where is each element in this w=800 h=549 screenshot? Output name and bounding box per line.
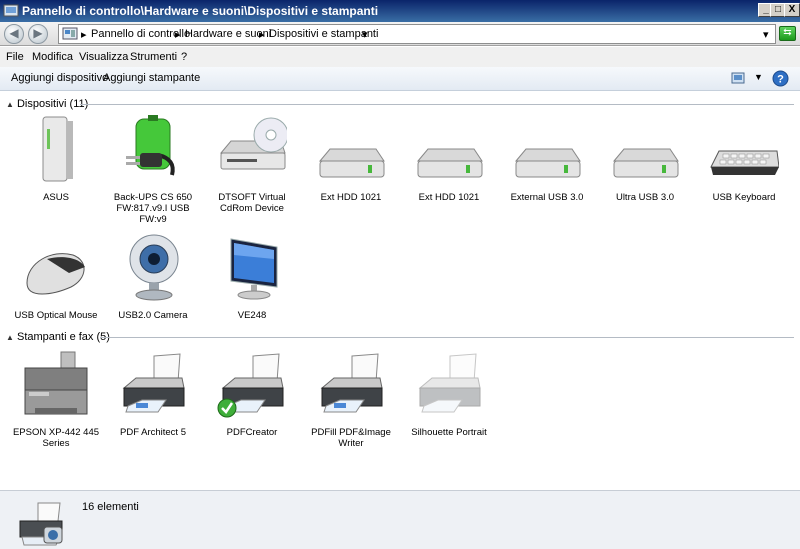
printer-pdfcreator[interactable]: PDFCreator	[204, 350, 300, 450]
device-label: USB Keyboard	[712, 192, 776, 203]
device-label: Back-UPS CS 650 FW:817.v9.I USB FW:v9	[113, 192, 193, 225]
command-bar: Aggiungi dispositivo Aggiungi stampante …	[0, 67, 800, 91]
group-title: Dispositivi (11)	[16, 98, 89, 110]
refresh-button[interactable]: ⇆	[779, 26, 796, 41]
printer-default-icon	[217, 353, 284, 418]
device-ext-hdd-2[interactable]: Ext HDD 1021	[401, 115, 497, 215]
svg-text:?: ?	[777, 74, 784, 86]
device-usb2-camera[interactable]: USB2.0 Camera	[105, 233, 201, 333]
control-panel-icon	[3, 4, 19, 17]
change-view-icon[interactable]	[731, 72, 745, 85]
menu-bar: File Modifica Visualizza Strumenti ?	[0, 47, 800, 67]
close-button[interactable]: X	[784, 3, 800, 17]
menu-tools[interactable]: Strumenti	[130, 51, 177, 63]
computer-tower-icon	[42, 116, 73, 182]
menu-file[interactable]: File	[6, 51, 24, 63]
printer-silhouette-portrait[interactable]: Silhouette Portrait	[401, 350, 497, 450]
multifunction-printer-icon	[24, 351, 88, 415]
device-label: USB2.0 Camera	[118, 310, 188, 321]
device-ve248[interactable]: VE248	[204, 233, 300, 333]
device-label: Ext HDD 1021	[320, 192, 382, 203]
group-divider	[100, 337, 794, 338]
printer-pdf-architect[interactable]: PDF Architect 5	[105, 350, 201, 450]
printer-icon	[122, 353, 185, 413]
menu-edit[interactable]: Modifica	[32, 51, 73, 63]
printer-pdfill[interactable]: PDFill PDF&Image Writer	[303, 350, 399, 450]
breadcrumb-separator: ▸	[81, 29, 87, 41]
items-view: ▲ Dispositivi (11) ASUS Back-UPS CS 650 …	[0, 92, 800, 490]
breadcrumb-separator: ▸	[259, 29, 265, 41]
control-panel-icon	[62, 27, 78, 40]
collapse-arrow-icon[interactable]: ▲	[6, 100, 14, 109]
device-ext-hdd-1[interactable]: Ext HDD 1021	[303, 115, 399, 215]
webcam-icon	[129, 234, 179, 301]
breadcrumb-dropdown-icon[interactable]: ▾	[362, 28, 368, 41]
add-device-button[interactable]: Aggiungi dispositivo	[11, 72, 108, 84]
printer-icon	[320, 353, 383, 413]
device-label: External USB 3.0	[510, 192, 584, 203]
hard-drive-icon	[318, 148, 385, 178]
hard-drive-icon	[612, 148, 679, 178]
window-title: Pannello di controllo\Hardware e suoni\D…	[22, 4, 379, 18]
view-options-dropdown-icon[interactable]: ▼	[754, 72, 763, 82]
device-label: ASUS	[43, 192, 69, 203]
device-label: Ultra USB 3.0	[615, 192, 675, 203]
device-label: VE248	[237, 310, 267, 321]
help-icon[interactable]: ?	[772, 70, 789, 87]
title-bar: Pannello di controllo\Hardware e suoni\D…	[0, 0, 800, 22]
hard-drive-icon	[514, 148, 581, 178]
monitor-icon	[230, 238, 278, 300]
add-printer-button[interactable]: Aggiungi stampante	[103, 72, 200, 84]
devices-printers-icon	[19, 502, 63, 546]
printer-label: PDFCreator	[226, 427, 278, 438]
printer-faded-icon	[418, 353, 481, 413]
mouse-icon	[26, 253, 85, 295]
cd-drive-icon	[219, 117, 287, 170]
group-header-printers[interactable]: ▲ Stampanti e fax (5)	[6, 331, 110, 345]
address-bar[interactable]: ▸ Pannello di controllo ▸ Hardware e suo…	[58, 24, 776, 44]
printer-epson-xp442[interactable]: EPSON XP-442 445 Series	[8, 350, 104, 450]
device-usb-keyboard[interactable]: USB Keyboard	[696, 115, 792, 215]
item-count: 16 elementi	[82, 501, 139, 513]
group-title: Stampanti e fax (5)	[16, 331, 110, 343]
menu-view[interactable]: Visualizza	[79, 51, 128, 63]
printer-label: PDF Architect 5	[120, 427, 186, 438]
group-divider	[80, 104, 794, 105]
back-button[interactable]: ◀	[4, 24, 24, 44]
printer-label: PDFill PDF&Image Writer	[311, 427, 391, 449]
printer-label: EPSON XP-442 445 Series	[12, 427, 100, 449]
group-header-devices[interactable]: ▲ Dispositivi (11)	[6, 98, 88, 112]
device-external-usb3[interactable]: External USB 3.0	[499, 115, 595, 215]
device-label: USB Optical Mouse	[14, 310, 98, 321]
device-ultra-usb3[interactable]: Ultra USB 3.0	[597, 115, 693, 215]
printer-label: Silhouette Portrait	[411, 427, 487, 438]
device-usb-optical-mouse[interactable]: USB Optical Mouse	[8, 233, 104, 333]
breadcrumb-separator: ▸	[175, 29, 181, 41]
address-row: ◀ ▶ ▸ Pannello di controllo ▸ Hardware e…	[0, 22, 800, 46]
menu-help[interactable]: ?	[181, 51, 187, 63]
battery-plug-icon	[126, 115, 175, 176]
status-bar: 16 elementi	[0, 490, 800, 549]
collapse-arrow-icon[interactable]: ▲	[6, 333, 14, 342]
keyboard-icon	[710, 150, 779, 175]
hard-drive-icon	[416, 148, 483, 178]
device-back-ups[interactable]: Back-UPS CS 650 FW:817.v9.I USB FW:v9	[105, 115, 201, 225]
address-history-dropdown-icon[interactable]: ▾	[763, 28, 769, 41]
forward-button[interactable]: ▶	[28, 24, 48, 44]
device-label: Ext HDD 1021	[418, 192, 480, 203]
device-label: DTSOFT Virtual CdRom Device	[218, 192, 286, 214]
device-dtsoft-cdrom[interactable]: DTSOFT Virtual CdRom Device	[204, 115, 300, 215]
device-asus[interactable]: ASUS	[8, 115, 104, 215]
